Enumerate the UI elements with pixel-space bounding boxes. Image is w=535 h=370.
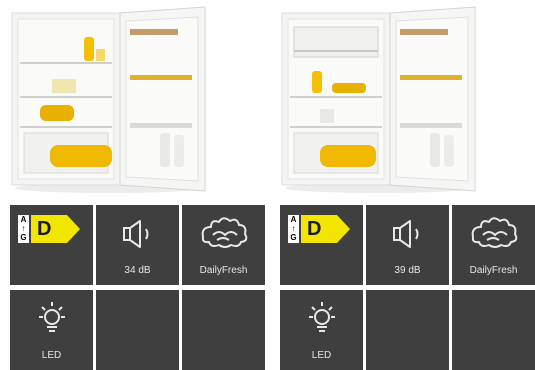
energy-scale: A ↑ G <box>288 215 299 243</box>
light-bulb-icon <box>305 300 339 336</box>
energy-label: A ↑ G D <box>18 215 80 243</box>
product-card-2: A ↑ G D 39 dB DailyFresh LED <box>280 0 535 370</box>
dailyfresh-icon <box>199 215 249 249</box>
dailyfresh-icon <box>469 215 519 249</box>
noise-level-label: 39 dB <box>394 265 421 276</box>
speaker-icon <box>122 219 154 249</box>
noise-level-tile[interactable]: 39 dB <box>366 205 449 285</box>
light-bulb-icon <box>35 300 69 336</box>
energy-class-tile[interactable]: A ↑ G D <box>280 205 363 285</box>
energy-grade: D <box>37 218 52 240</box>
empty-feature-tile <box>182 290 265 370</box>
energy-scale-top: A <box>20 215 27 224</box>
dailyfresh-label: DailyFresh <box>469 265 518 276</box>
energy-label: A ↑ G D <box>288 215 350 243</box>
led-light-tile[interactable]: LED <box>10 290 93 370</box>
noise-level-label: 34 dB <box>124 265 151 276</box>
dailyfresh-tile[interactable]: DailyFresh <box>452 205 535 285</box>
noise-level-tile[interactable]: 34 dB <box>96 205 179 285</box>
empty-feature-tile <box>452 290 535 370</box>
energy-class-tile[interactable]: A ↑ G D <box>10 205 93 285</box>
energy-scale: A ↑ G <box>18 215 29 243</box>
led-label: LED <box>311 350 332 361</box>
energy-grade: D <box>307 218 322 240</box>
fridge-freezer-compartment-image[interactable] <box>280 5 490 195</box>
empty-feature-tile <box>366 290 449 370</box>
dailyfresh-label: DailyFresh <box>199 265 248 276</box>
led-label: LED <box>41 350 62 361</box>
energy-scale-bottom: G <box>20 233 27 242</box>
product-card-1: A ↑ G D 34 dB DailyFresh LED <box>10 0 265 370</box>
energy-scale-top: A <box>290 215 297 224</box>
energy-scale-arrow: ↑ <box>291 224 296 233</box>
dailyfresh-tile[interactable]: DailyFresh <box>182 205 265 285</box>
speaker-icon <box>392 219 424 249</box>
fridge-image[interactable] <box>10 5 220 195</box>
led-light-tile[interactable]: LED <box>280 290 363 370</box>
energy-scale-bottom: G <box>290 233 297 242</box>
energy-scale-arrow: ↑ <box>21 224 26 233</box>
empty-feature-tile <box>96 290 179 370</box>
